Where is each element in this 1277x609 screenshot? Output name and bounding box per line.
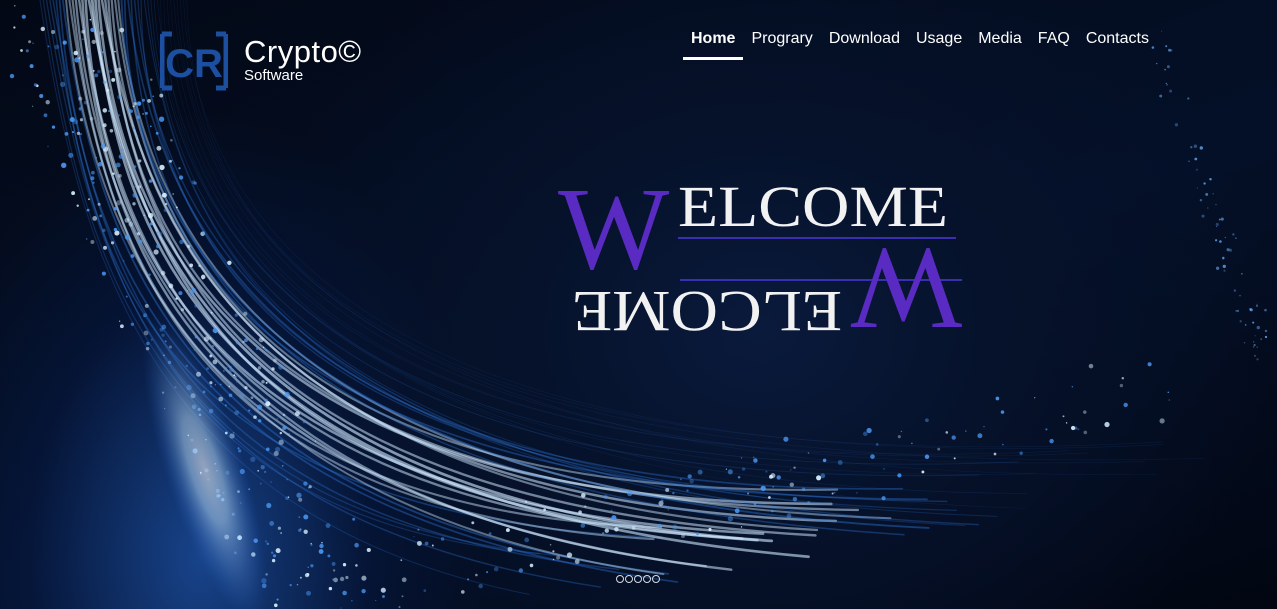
cr-logo-icon: CR [160,31,228,91]
brand-logo[interactable]: CR Crypto© Software [160,26,362,94]
nav-contacts[interactable]: Contacts [1078,29,1157,60]
nav-usage[interactable]: Usage [908,29,970,60]
nav-home[interactable]: Home [683,29,744,60]
carousel-dot[interactable] [616,575,624,583]
hero-section: CR Crypto© Software Home Prograry Downlo… [0,0,1277,609]
brand-name: Crypto© [244,34,362,69]
welcome-title: W ELCOME W ELCOME [558,163,962,355]
carousel-dot[interactable] [634,575,642,583]
welcome-initial: W [558,163,670,294]
logo-mark-text: CR [165,42,223,86]
nav-faq[interactable]: FAQ [1030,29,1078,60]
welcome-reflection-initial: W [850,224,962,355]
nav-download[interactable]: Download [821,29,908,60]
carousel-indicators [616,575,660,583]
nav-prograry[interactable]: Prograry [743,29,820,60]
carousel-dot[interactable] [625,575,633,583]
brand-tagline: Software [244,67,304,84]
welcome-reflection-rest: ELCOME [572,279,842,344]
carousel-dot[interactable] [652,575,660,583]
carousel-dot[interactable] [643,575,651,583]
nav-media[interactable]: Media [970,29,1030,60]
main-nav: Home Prograry Download Usage Media FAQ C… [683,29,1157,60]
